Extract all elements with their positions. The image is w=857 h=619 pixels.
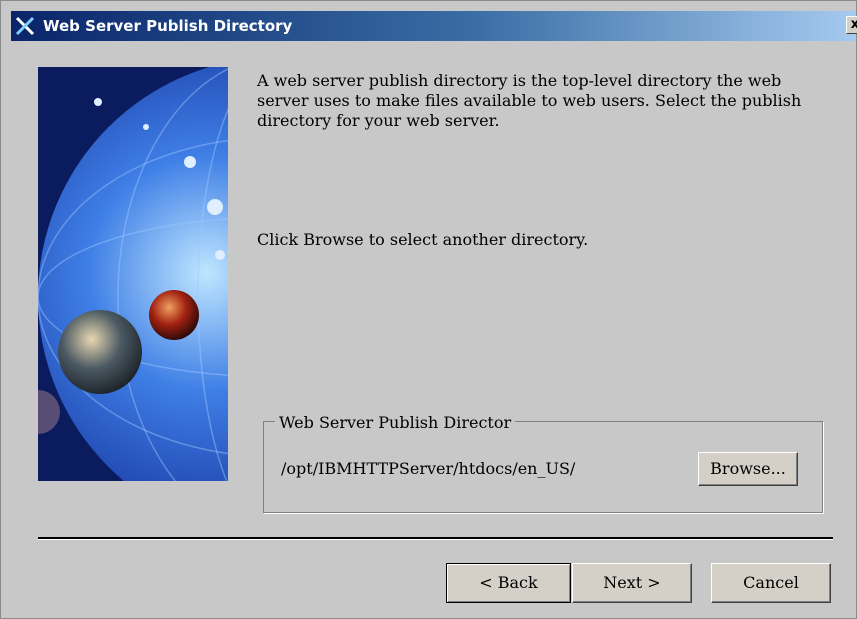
x-logo-icon	[15, 16, 35, 36]
group-label: Web Server Publish Director	[275, 413, 516, 432]
browse-button[interactable]: Browse...	[698, 452, 798, 486]
footer-divider	[38, 537, 833, 540]
wizard-side-graphic	[38, 67, 228, 481]
browse-hint-text: Click Browse to select another directory…	[257, 230, 589, 249]
title-bar[interactable]: Web Server Publish Directory x	[11, 11, 857, 41]
cancel-button[interactable]: Cancel	[711, 563, 831, 603]
next-button[interactable]: Next >	[572, 563, 692, 603]
description-text: A web server publish directory is the to…	[257, 71, 802, 130]
close-button[interactable]: x	[846, 16, 857, 34]
window-title: Web Server Publish Directory	[43, 17, 293, 35]
installer-dialog: Web Server Publish Directory x A web ser…	[0, 0, 857, 619]
planet-illustration	[38, 67, 228, 481]
back-button[interactable]: < Back	[446, 563, 571, 603]
directory-path-value: /opt/IBMHTTPServer/htdocs/en_US/	[281, 459, 576, 478]
